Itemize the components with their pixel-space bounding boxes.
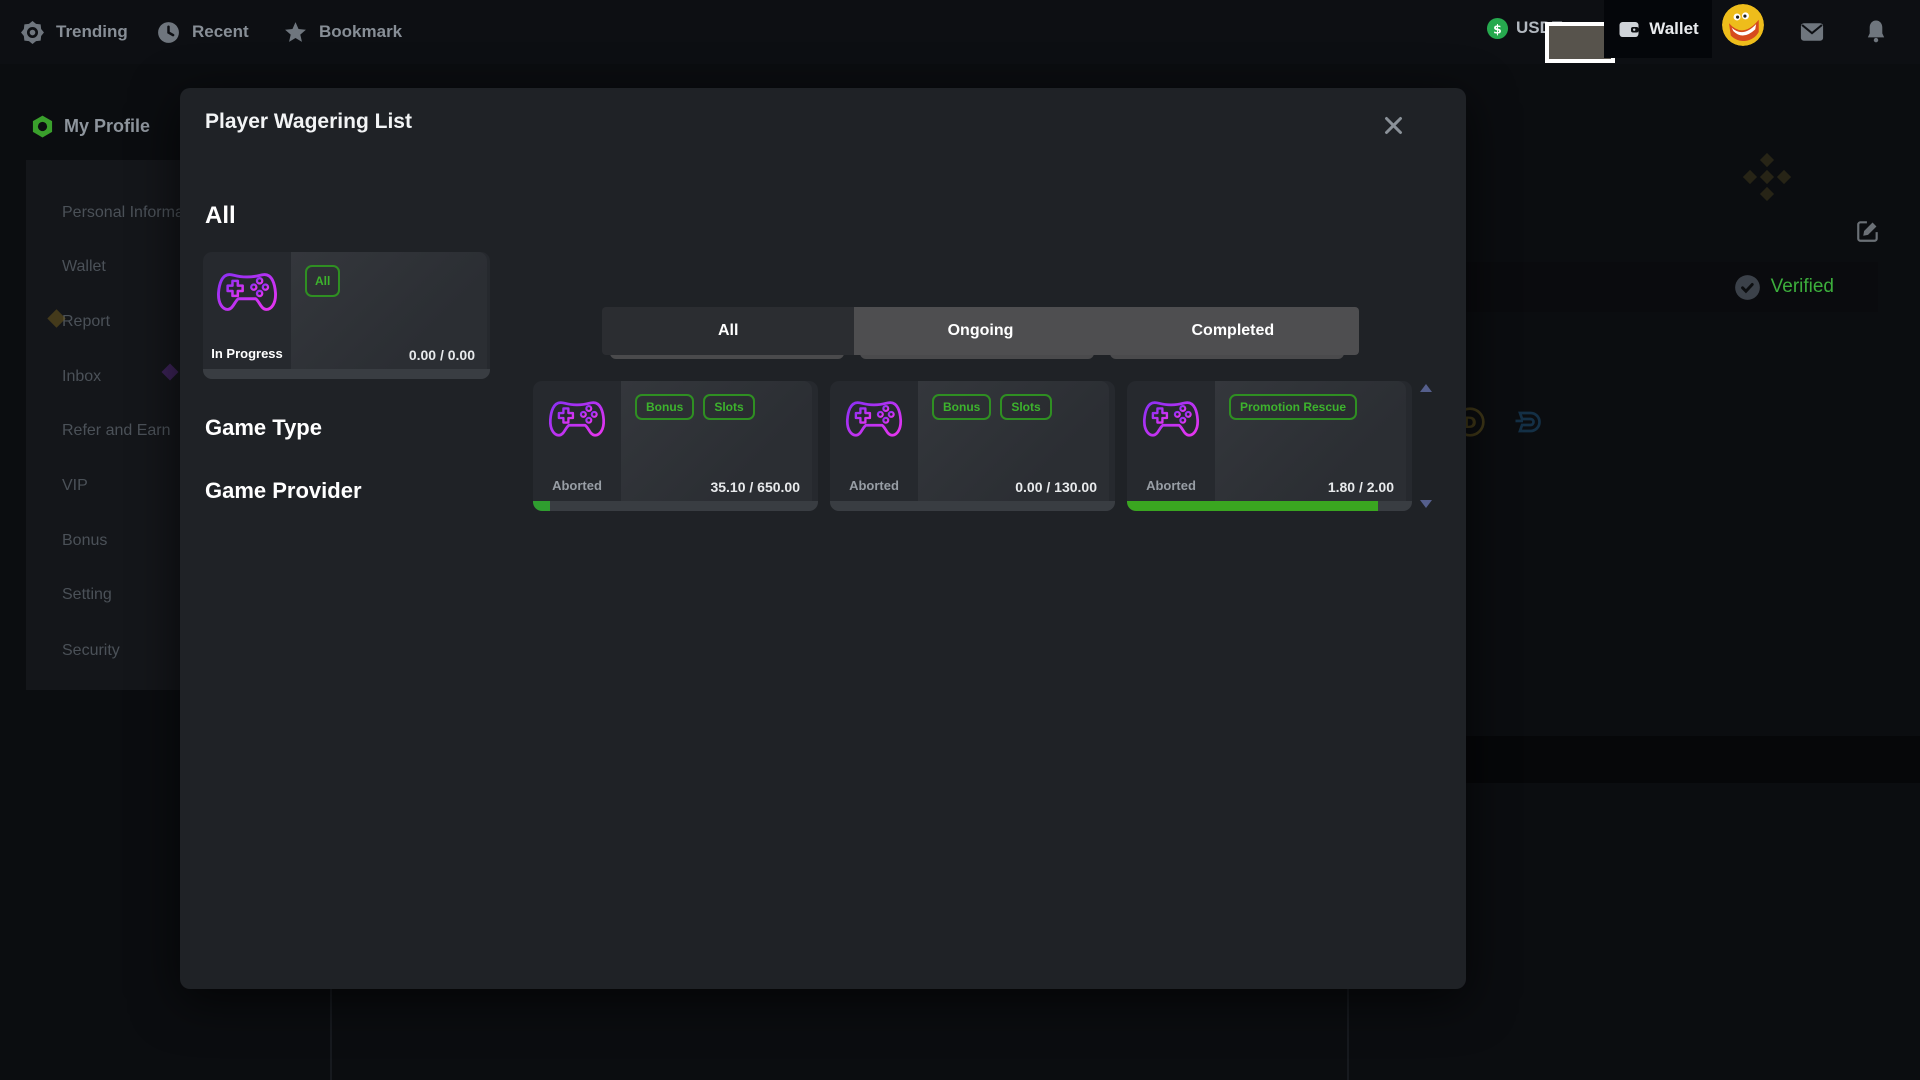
kyc-status-bar: Verified <box>1466 262 1878 312</box>
background-divider <box>1347 989 1349 1080</box>
gamepad-icon <box>1142 395 1200 441</box>
user-avatar[interactable] <box>1722 4 1764 46</box>
background-row-band <box>1466 736 1920 783</box>
trending-icon <box>20 20 45 45</box>
scroll-down-arrow[interactable] <box>1420 500 1432 508</box>
tab-all[interactable]: All <box>602 307 854 355</box>
wager-value: 35.10 / 650.00 <box>710 479 800 495</box>
sidebar-item-setting[interactable]: Setting <box>62 586 112 604</box>
wager-summary-card[interactable]: In Progress All 0.00 / 0.00 <box>203 252 490 379</box>
edit-pencil-icon[interactable] <box>1855 218 1881 244</box>
nav-bookmark[interactable]: Bookmark <box>283 0 402 64</box>
verified-check-icon <box>1734 274 1761 301</box>
my-profile-label: My Profile <box>64 116 150 137</box>
wager-progress-fill <box>533 501 550 511</box>
summary-value: 0.00 / 0.00 <box>409 347 475 363</box>
wallet-button[interactable]: Wallet <box>1604 0 1712 58</box>
player-wagering-modal: Player Wagering List All In Progress All… <box>180 88 1466 989</box>
scroll-up-arrow[interactable] <box>1420 384 1432 392</box>
background-divider <box>330 989 332 1080</box>
sidebar-item-inbox[interactable]: Inbox <box>62 368 101 386</box>
section-heading-all: All <box>205 202 236 230</box>
badge-slots: Slots <box>703 394 754 420</box>
sidebar-item-security[interactable]: Security <box>62 642 120 660</box>
summary-status: In Progress <box>211 346 283 361</box>
badge-all: All <box>305 265 340 297</box>
status-tabbar: All Ongoing Completed <box>602 307 1359 355</box>
tab-ongoing[interactable]: Ongoing <box>854 307 1106 355</box>
binance-logo-decoration <box>1743 153 1791 206</box>
my-profile-header[interactable]: My Profile <box>30 114 150 139</box>
wallet-icon <box>1617 17 1641 41</box>
wager-value: 0.00 / 130.00 <box>1015 479 1097 495</box>
sidebar-item-bonus[interactable]: Bonus <box>62 532 107 550</box>
wager-progress-track <box>1127 501 1412 511</box>
tab-completed[interactable]: Completed <box>1107 307 1359 355</box>
nav-bookmark-label: Bookmark <box>319 22 402 42</box>
wager-status: Aborted <box>552 478 602 493</box>
wallet-button-label: Wallet <box>1649 19 1698 39</box>
nav-trending[interactable]: Trending <box>20 0 128 64</box>
wager-progress-track <box>533 501 818 511</box>
nav-recent-label: Recent <box>192 22 249 42</box>
summary-progress-track <box>203 369 490 379</box>
nav-trending-label: Trending <box>56 22 128 42</box>
wager-status: Aborted <box>1146 478 1196 493</box>
wager-card-3[interactable]: Aborted Promotion Rescue 1.80 / 2.00 <box>1127 381 1412 511</box>
badge-promotion-rescue: Promotion Rescue <box>1229 394 1357 420</box>
top-header: Trending Recent Bookmark $ USDT Wallet <box>0 0 1920 64</box>
wager-progress-fill <box>1127 501 1378 511</box>
badge-slots: Slots <box>1000 394 1051 420</box>
wager-value: 1.80 / 2.00 <box>1328 479 1394 495</box>
nav-recent[interactable]: Recent <box>156 0 249 64</box>
recent-icon <box>156 20 181 45</box>
section-heading-game-provider: Game Provider <box>205 478 362 504</box>
modal-title: Player Wagering List <box>205 110 412 134</box>
dash-coin-decoration <box>1508 404 1544 445</box>
sidebar-item-vip[interactable]: VIP <box>62 477 88 495</box>
usdt-coin-icon: $ <box>1486 17 1509 40</box>
wager-status: Aborted <box>849 478 899 493</box>
verified-label: Verified <box>1771 276 1834 298</box>
sidebar-item-refer-and-earn[interactable]: Refer and Earn <box>62 422 171 440</box>
gamepad-icon <box>216 266 278 316</box>
notifications-bell-icon[interactable] <box>1862 17 1890 45</box>
badge-bonus: Bonus <box>635 394 694 420</box>
gamepad-icon <box>845 395 903 441</box>
profile-hex-icon <box>30 114 55 139</box>
wager-card-1[interactable]: Aborted Bonus Slots 35.10 / 650.00 <box>533 381 818 511</box>
gamepad-icon <box>548 395 606 441</box>
badge-bonus: Bonus <box>932 394 991 420</box>
modal-close-icon[interactable] <box>1378 110 1408 140</box>
wager-card-2[interactable]: Aborted Bonus Slots 0.00 / 130.00 <box>830 381 1115 511</box>
sidebar-item-wallet[interactable]: Wallet <box>62 258 106 276</box>
svg-text:$: $ <box>1493 21 1502 36</box>
section-heading-game-type: Game Type <box>205 415 322 441</box>
wager-progress-track <box>830 501 1115 511</box>
messages-icon[interactable] <box>1798 18 1826 46</box>
bookmark-icon <box>283 20 308 45</box>
sidebar-item-report[interactable]: Report <box>62 313 110 331</box>
